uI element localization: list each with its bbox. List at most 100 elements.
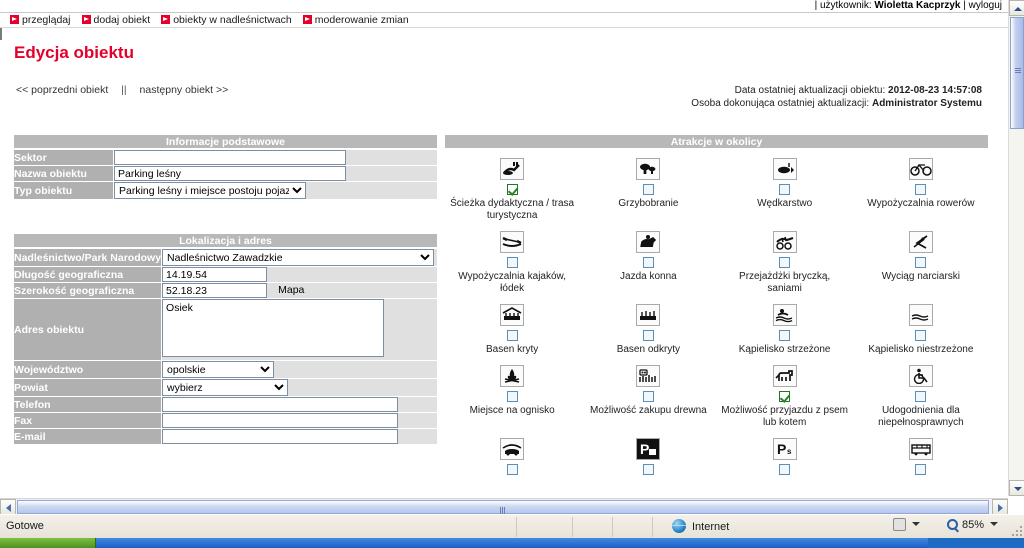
attraction-checkbox[interactable] bbox=[642, 330, 654, 341]
table-row: Szerokość geograficzna Mapa bbox=[14, 283, 437, 298]
fax-input[interactable] bbox=[162, 413, 399, 428]
attraction-item[interactable]: Kąpielisko strzeżone bbox=[717, 295, 853, 356]
sektor-input[interactable] bbox=[114, 150, 346, 165]
basic-info-header: Informacje podstawowe bbox=[13, 134, 438, 149]
nav-item-label[interactable]: obiekty w nadleśnictwach bbox=[173, 14, 291, 26]
attraction-item[interactable]: Ps bbox=[717, 429, 853, 478]
nav-item-moderowanie-zmian[interactable]: moderowanie zmian bbox=[302, 14, 409, 27]
zoom-control[interactable]: 85% bbox=[946, 519, 998, 531]
status-text: Gotowe bbox=[6, 520, 44, 532]
mapa-link[interactable]: Mapa bbox=[278, 284, 304, 296]
scroll-down-button[interactable] bbox=[1009, 480, 1024, 496]
security-zone[interactable]: Internet bbox=[672, 519, 729, 533]
attraction-item[interactable]: Kąpielisko niestrzeżone bbox=[853, 295, 989, 356]
attraction-item[interactable]: P bbox=[580, 429, 716, 478]
attraction-item[interactable]: Wypożyczalnia kajaków, łódek bbox=[444, 222, 580, 295]
attraction-checkbox[interactable] bbox=[642, 464, 654, 475]
attraction-item[interactable]: Grzybobranie bbox=[580, 149, 716, 222]
basic-info-table: Sektor Nazwa obiektu Typ obiektu Parking… bbox=[13, 149, 438, 200]
attractions-grid: Ścieżka dydaktyczna / trasa turystyczna … bbox=[444, 149, 989, 478]
typ-obiektu-select[interactable]: Parking leśny i miejsce postoju pojazdów bbox=[114, 182, 306, 199]
chevron-down-icon[interactable] bbox=[990, 522, 998, 526]
attraction-item[interactable]: Jazda konna bbox=[580, 222, 716, 295]
horizontal-scroll-thumb[interactable] bbox=[17, 500, 989, 514]
attraction-item[interactable]: Ścieżka dydaktyczna / trasa turystyczna bbox=[444, 149, 580, 222]
status-divider bbox=[652, 517, 653, 537]
object-pager: << poprzedni obiekt || następny obiekt >… bbox=[16, 84, 228, 96]
attraction-checkbox[interactable] bbox=[779, 464, 791, 475]
nadlesnictwo-select[interactable]: Nadleśnictwo Zawadzkie bbox=[162, 249, 435, 266]
nav-item-label[interactable]: przeglądaj bbox=[22, 14, 70, 26]
attraction-item[interactable]: Udogodnienia dla niepełnosprawnych bbox=[853, 356, 989, 429]
attraction-checkbox[interactable] bbox=[915, 257, 927, 268]
attraction-checkbox[interactable] bbox=[915, 184, 927, 195]
attraction-checkbox[interactable] bbox=[642, 184, 654, 195]
email-input[interactable] bbox=[162, 429, 399, 444]
scroll-left-button[interactable] bbox=[0, 499, 16, 515]
attraction-checkbox[interactable] bbox=[915, 464, 927, 475]
attraction-checkbox[interactable] bbox=[779, 391, 791, 402]
attraction-item[interactable] bbox=[444, 429, 580, 478]
attraction-checkbox[interactable] bbox=[506, 464, 518, 475]
attraction-checkbox[interactable] bbox=[642, 391, 654, 402]
attraction-checkbox[interactable] bbox=[506, 257, 518, 268]
bicycle-icon bbox=[908, 158, 933, 180]
browser-status-bar: Gotowe Internet 85% bbox=[0, 514, 1024, 538]
user-strip-label: użytkownik: bbox=[819, 0, 872, 11]
szerokosc-input[interactable] bbox=[162, 283, 268, 298]
attraction-checkbox[interactable] bbox=[506, 184, 518, 195]
attraction-item[interactable]: Miejsce na ognisko bbox=[444, 356, 580, 429]
attraction-checkbox[interactable] bbox=[779, 184, 791, 195]
chevron-down-icon[interactable] bbox=[912, 522, 920, 526]
next-object-link[interactable]: następny obiekt >> bbox=[140, 84, 229, 96]
vertical-scroll-thumb[interactable] bbox=[1010, 17, 1024, 129]
wojewodztwo-cell: opolskie bbox=[162, 361, 437, 378]
resize-grip-icon[interactable] bbox=[1010, 524, 1022, 536]
basic-info-panel: Informacje podstawowe Sektor Nazwa obiek… bbox=[13, 134, 438, 200]
scroll-up-button[interactable] bbox=[1009, 0, 1024, 16]
attraction-checkbox[interactable] bbox=[915, 330, 927, 341]
attraction-item[interactable] bbox=[853, 429, 989, 478]
previous-object-link[interactable]: << poprzedni obiekt bbox=[16, 84, 108, 96]
location-header: Lokalizacja i adres bbox=[13, 233, 438, 248]
nav-item-dodaj-obiekt[interactable]: dodaj obiekt bbox=[81, 14, 151, 27]
telefon-input[interactable] bbox=[162, 397, 399, 412]
nav-item-label[interactable]: dodaj obiekt bbox=[94, 14, 151, 26]
logout-link[interactable]: wyloguj bbox=[969, 0, 1002, 11]
system-tray[interactable] bbox=[928, 538, 1024, 548]
attraction-item[interactable]: Basen odkryty bbox=[580, 295, 716, 356]
scroll-right-button[interactable] bbox=[992, 499, 1008, 515]
page-title: Edycja obiektu bbox=[14, 43, 134, 62]
wojewodztwo-select[interactable]: opolskie bbox=[162, 361, 275, 378]
attraction-item[interactable]: Wędkarstwo bbox=[717, 149, 853, 222]
firewood-icon bbox=[636, 365, 661, 387]
start-button[interactable] bbox=[0, 538, 96, 548]
attraction-item[interactable]: Wypożyczalnia rowerów bbox=[853, 149, 989, 222]
attraction-checkbox[interactable] bbox=[779, 330, 791, 341]
user-strip-username: Wioletta Kacprzyk bbox=[874, 0, 961, 11]
attraction-checkbox[interactable] bbox=[642, 257, 654, 268]
attraction-label: Wędkarstwo bbox=[757, 198, 813, 209]
nav-item-przegladaj[interactable]: przeglądaj bbox=[10, 14, 70, 27]
svg-text:s: s bbox=[787, 447, 792, 456]
attraction-checkbox[interactable] bbox=[915, 391, 927, 402]
attraction-item[interactable]: Basen kryty bbox=[444, 295, 580, 356]
adres-obiektu-textarea[interactable]: Osiek bbox=[162, 299, 385, 357]
page-horizontal-scrollbar[interactable] bbox=[0, 498, 1008, 515]
nav-item-label[interactable]: moderowanie zmian bbox=[315, 14, 409, 26]
protected-mode-indicator[interactable] bbox=[893, 518, 920, 531]
attraction-item[interactable]: Przejażdżki bryczką, saniami bbox=[717, 222, 853, 295]
page-vertical-scrollbar[interactable] bbox=[1008, 0, 1024, 496]
typ-obiektu-cell: Parking leśny i miejsce postoju pojazdów bbox=[114, 182, 437, 199]
attraction-checkbox[interactable] bbox=[506, 330, 518, 341]
attraction-item[interactable]: Wyciąg narciarski bbox=[853, 222, 989, 295]
attraction-checkbox[interactable] bbox=[779, 257, 791, 268]
attraction-item[interactable]: Możliwość przyjazdu z psem lub kotem bbox=[717, 356, 853, 429]
attraction-checkbox[interactable] bbox=[506, 391, 518, 402]
carriage-icon bbox=[772, 231, 797, 253]
nav-item-obiekty-w-nadlesnictwach[interactable]: obiekty w nadleśnictwach bbox=[161, 14, 292, 27]
dlugosc-input[interactable] bbox=[162, 267, 268, 282]
powiat-select[interactable]: wybierz bbox=[162, 379, 289, 396]
attraction-item[interactable]: Możliwość zakupu drewna bbox=[580, 356, 716, 429]
nazwa-obiektu-input[interactable] bbox=[114, 166, 346, 181]
